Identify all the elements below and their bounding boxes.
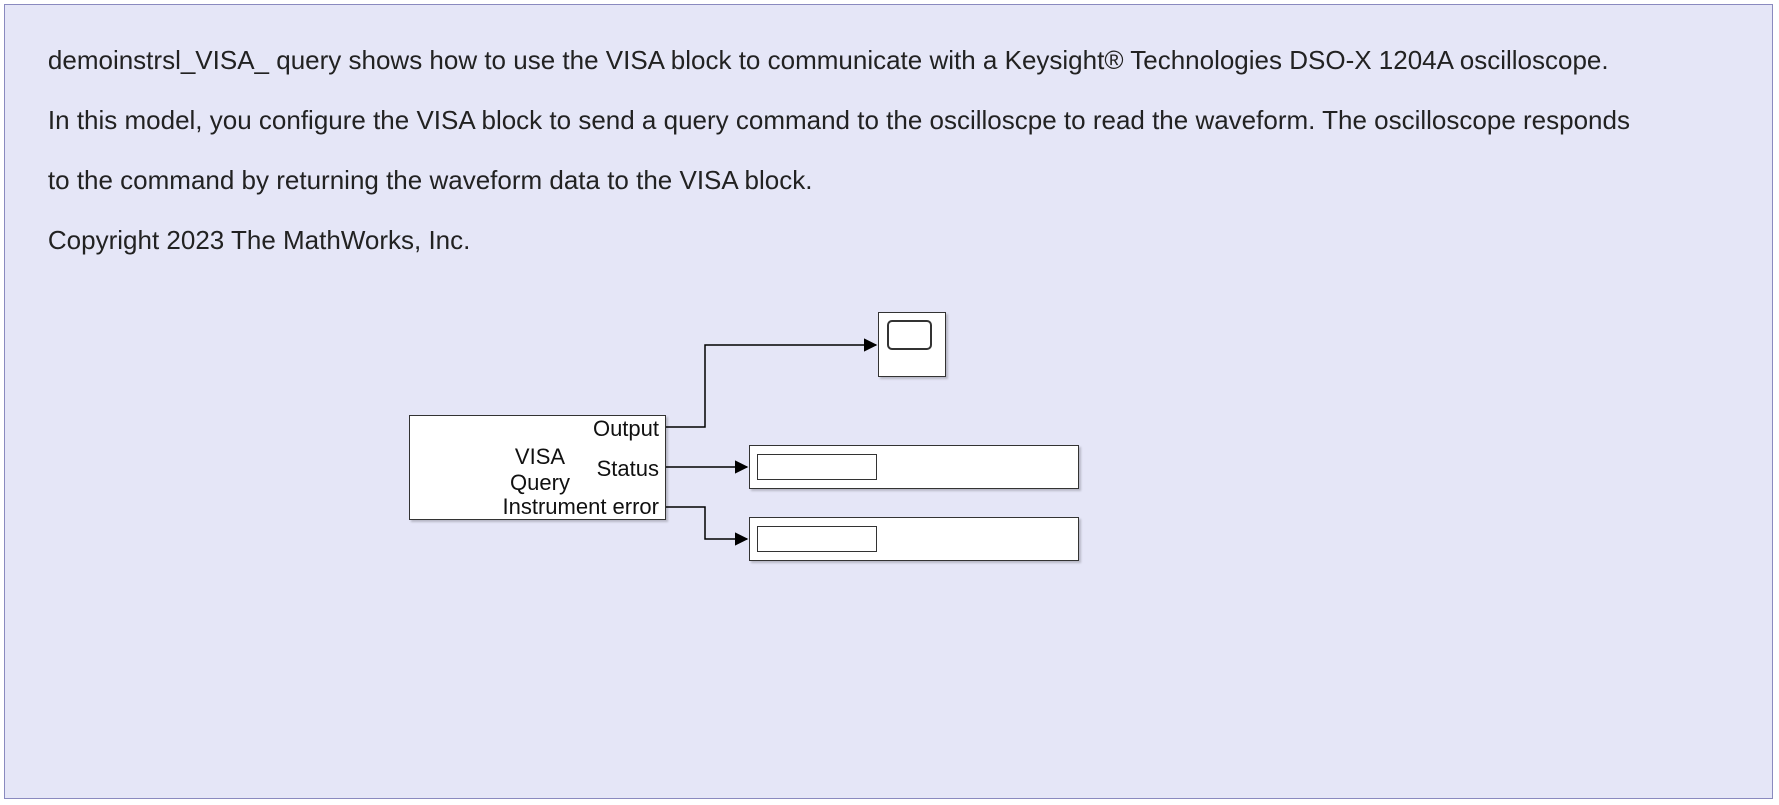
desc-copyright: Copyright 2023 The MathWorks, Inc. bbox=[48, 225, 470, 255]
port-error-label: Instrument error bbox=[459, 494, 659, 520]
port-output-label: Output bbox=[549, 416, 659, 442]
desc-line-2: In this model, you configure the VISA bl… bbox=[48, 105, 1630, 135]
status-display-field bbox=[757, 454, 877, 480]
desc-line-3: to the command by returning the waveform… bbox=[48, 165, 813, 195]
scope-block[interactable] bbox=[878, 312, 946, 377]
error-display-field bbox=[757, 526, 877, 552]
error-display-block[interactable] bbox=[749, 517, 1079, 561]
visa-query-block[interactable]: VISA Query Output Status Instrument erro… bbox=[409, 415, 666, 520]
port-status-label: Status bbox=[549, 456, 659, 482]
status-display-block[interactable] bbox=[749, 445, 1079, 489]
model-canvas[interactable]: demoinstrsl_VISA_ query shows how to use… bbox=[4, 4, 1773, 799]
scope-screen-icon bbox=[887, 320, 932, 350]
desc-line-1: demoinstrsl_VISA_ query shows how to use… bbox=[48, 45, 1609, 75]
model-description: demoinstrsl_VISA_ query shows how to use… bbox=[19, 15, 1630, 285]
